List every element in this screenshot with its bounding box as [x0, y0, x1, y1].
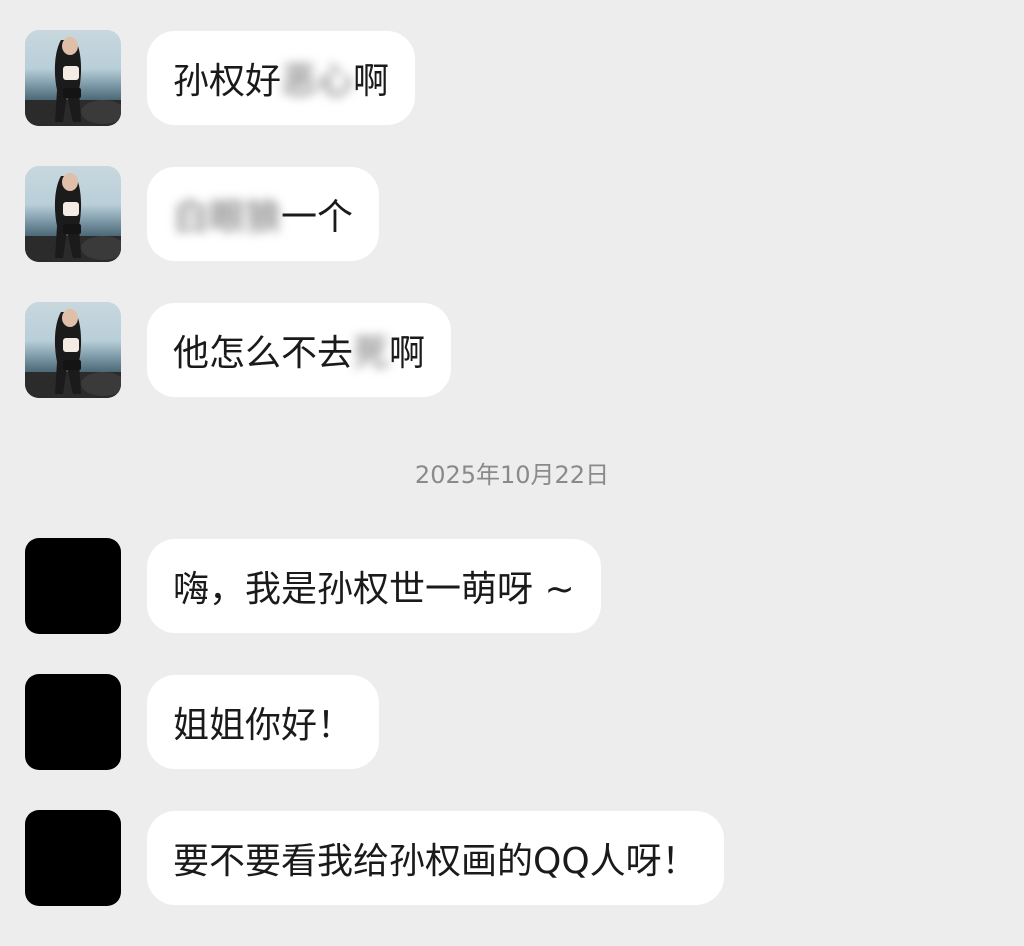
message-bubble[interactable]: 嗨，我是孙权世一萌呀 ~: [147, 539, 601, 633]
message-row: 白眼狼 一个: [25, 166, 380, 262]
message-row: 要不要看我给孙权画的QQ人呀！: [25, 810, 724, 906]
avatar-photo-icon: [25, 173, 121, 262]
avatar[interactable]: [25, 810, 121, 906]
message-text-blurred: 白眼狼: [173, 197, 282, 238]
message-text-blurred: 死: [353, 333, 390, 374]
timestamp-divider: 2025年10月22日: [414, 461, 610, 489]
message-row: 他怎么不去死啊: [25, 302, 452, 398]
message-text: 姐姐你好！: [173, 705, 354, 746]
message-bubble[interactable]: 他怎么不去死啊: [147, 303, 452, 397]
message-bubble[interactable]: 白眼狼 一个: [147, 167, 380, 261]
message-text-blurred: 恶心: [281, 61, 354, 102]
message-bubble[interactable]: 要不要看我给孙权画的QQ人呀！: [147, 811, 724, 905]
message-text: 啊: [389, 333, 426, 374]
message-text: 啊: [353, 61, 390, 102]
message-row: 嗨，我是孙权世一萌呀 ~: [25, 538, 601, 634]
message-bubble[interactable]: 姐姐你好！: [147, 675, 380, 769]
avatar-photo-icon: [25, 309, 121, 398]
message-text: 孙权好: [173, 61, 282, 102]
message-row: 孙权好 恶心啊: [25, 30, 416, 126]
message-text: 要不要看我给孙权画的QQ人呀！: [173, 841, 698, 882]
avatar-photo-icon: [25, 37, 121, 126]
avatar[interactable]: [25, 674, 121, 770]
message-text: 嗨，我是孙权世一萌呀 ~: [173, 569, 575, 610]
message-row: 姐姐你好！: [25, 674, 380, 770]
avatar[interactable]: [25, 166, 121, 262]
chat-view: 孙权好 恶心啊 白眼狼 一个 他怎么不去 死 啊 2025年10月22日 嗨，我…: [0, 0, 1024, 946]
message-text: 他怎么不去: [173, 333, 354, 374]
avatar[interactable]: [25, 302, 121, 398]
avatar[interactable]: [25, 30, 121, 126]
message-bubble[interactable]: 孙权好 恶心啊: [147, 31, 416, 125]
avatar[interactable]: [25, 538, 121, 634]
message-text: 一个: [281, 197, 354, 238]
